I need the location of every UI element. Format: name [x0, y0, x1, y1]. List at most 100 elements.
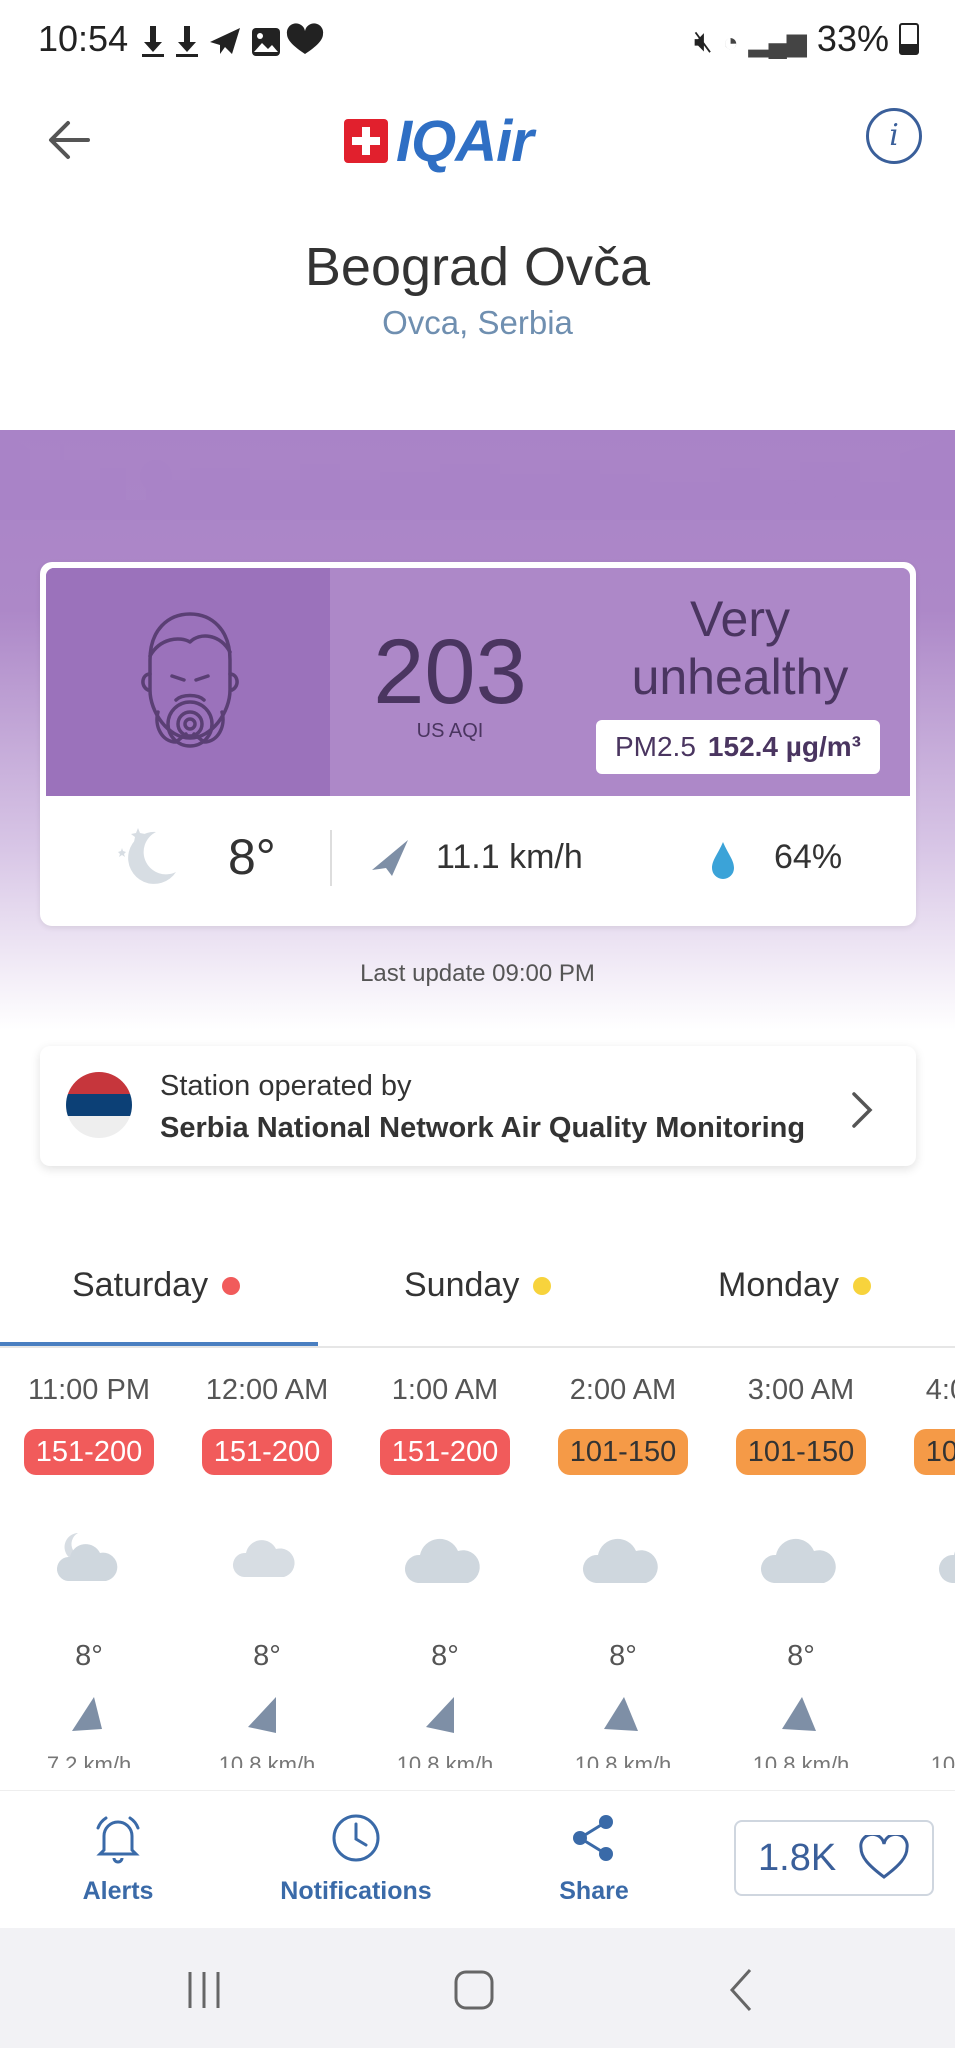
alerts-button[interactable]: Alerts — [38, 1810, 198, 1906]
wind-direction-icon — [426, 1697, 454, 1733]
aqi-dot — [852, 1276, 871, 1295]
hour-temp: 8° — [431, 1640, 459, 1672]
last-update: Last update 09:00 PM — [360, 960, 595, 987]
system-back-icon[interactable] — [726, 1966, 756, 2014]
aqi-unit: US AQI — [416, 720, 484, 742]
hourly-forecast[interactable]: 11:00 PM 151-200 8° 7.2 km/h 12:00 AM 15… — [0, 1360, 955, 1790]
tab-sunday[interactable]: Sunday — [404, 1266, 552, 1305]
swiss-cross-icon — [344, 119, 388, 163]
share-icon — [573, 1815, 613, 1861]
tab-label: Sunday — [404, 1266, 520, 1304]
battery-icon — [899, 23, 919, 55]
temperature: 8° — [228, 829, 276, 885]
hour-time: 11:00 PM — [28, 1374, 150, 1406]
status-time: 10:54 — [38, 18, 129, 59]
wind-direction-icon — [372, 840, 408, 876]
like-button[interactable]: 1.8K — [734, 1820, 934, 1896]
hour-wind: 7.2 km/h — [46, 1752, 132, 1768]
mute-icon: 🔇︎ — [693, 25, 713, 58]
tab-label: Monday — [718, 1266, 839, 1304]
battery-percent: 33% — [816, 18, 889, 59]
hour-time: 12:00 AM — [205, 1374, 329, 1406]
hour-item: 2:00 AM 101-150 8° 10.8 km/h — [538, 1374, 708, 1768]
operator-label: Station operated by — [160, 1070, 412, 1102]
home-icon[interactable] — [452, 1968, 496, 2012]
tab-saturday[interactable]: Saturday — [72, 1266, 241, 1305]
aqi-value: 203 — [373, 621, 527, 723]
wifi-icon: ◔ — [722, 27, 739, 57]
cloud-icon — [760, 1538, 836, 1583]
recent-apps-icon[interactable] — [184, 1968, 224, 2012]
logo-text: IQAir — [396, 108, 534, 174]
humidity-drop-icon — [712, 842, 734, 879]
chevron-right-icon — [852, 1092, 873, 1128]
like-count: 1.8K — [758, 1836, 837, 1879]
station-operator-card[interactable] — [40, 1046, 916, 1166]
clock-icon — [332, 1814, 380, 1862]
status-right: 🔇︎ ◔ ▂▄▆ 33% — [694, 18, 919, 60]
aqi-status: Very unhealthy — [600, 590, 880, 706]
signal-icon: ▂▄▆ — [748, 27, 807, 57]
hour-wind: 10.8 km/h — [396, 1752, 494, 1768]
operator-name: Serbia National Network Air Quality Moni… — [160, 1112, 806, 1144]
cloud-icon — [938, 1551, 955, 1583]
aqi-range-badge: 101-150 — [736, 1429, 866, 1475]
divider — [330, 830, 332, 886]
back-button[interactable] — [40, 110, 100, 170]
hour-temp: 8° — [75, 1640, 103, 1672]
hour-time: 1:00 AM — [391, 1374, 499, 1406]
wind-direction-icon — [782, 1697, 816, 1731]
hour-time: 4:00 AM — [925, 1374, 955, 1406]
wind-direction-icon — [72, 1697, 102, 1731]
info-button[interactable]: i — [866, 108, 922, 164]
hour-temp: 8° — [609, 1640, 637, 1672]
serbia-flag-icon — [66, 1072, 132, 1138]
info-icon: i — [889, 118, 899, 153]
tab-label: Saturday — [72, 1266, 209, 1304]
station-name: Beograd Ovča — [304, 237, 651, 297]
hour-time: 2:00 AM — [569, 1374, 677, 1406]
pollutant-value: 152.4 µg/m³ — [707, 731, 862, 762]
hour-item: 3:00 AM 101-150 8° 10.8 km/h — [716, 1374, 886, 1768]
pollutant-name: PM2.5 — [614, 731, 696, 762]
hour-wind: 10.8 km/h — [574, 1752, 672, 1768]
aqi-range-badge: 151-200 — [202, 1429, 332, 1475]
cloud-icon — [232, 1540, 295, 1577]
status-notification-icons — [140, 22, 340, 67]
hour-temp: 8° — [894, 1640, 955, 1673]
share-button[interactable]: Share — [514, 1810, 674, 1906]
hour-item: 1:00 AM 151-200 8° 10.8 km/h — [360, 1374, 530, 1768]
aqi-range-badge: 101-150 — [558, 1429, 688, 1475]
cloud-icon — [404, 1538, 480, 1583]
heart-icon — [859, 1835, 909, 1879]
aqi-status-line1: Very — [689, 591, 791, 647]
tabs-divider — [0, 1346, 955, 1348]
aqi-status-line2: unhealthy — [631, 649, 849, 705]
notifications-button[interactable]: Notifications — [276, 1810, 436, 1906]
bell-icon — [96, 1816, 140, 1864]
iqair-logo: IQAir — [344, 108, 534, 174]
wind-direction-icon — [604, 1697, 638, 1731]
arrow-left-icon — [49, 121, 90, 159]
humidity: 64% — [774, 838, 843, 876]
tab-monday[interactable]: Monday — [718, 1266, 871, 1305]
aqi-range-badge: 151-200 — [380, 1429, 510, 1475]
hour-temp: 8° — [253, 1640, 281, 1672]
hour-item: 4:00 AM 101-150 8° 10.8 km/h — [894, 1374, 955, 1768]
pollutant-chip[interactable]: PM2.5 152.4 µg/m³ — [596, 720, 880, 774]
hour-time: 3:00 AM — [747, 1374, 855, 1406]
cloud-icon — [582, 1538, 658, 1583]
hour-item: 12:00 AM 151-200 8° 10.8 km/h — [182, 1374, 352, 1768]
moon-stars-icon — [118, 828, 176, 884]
city-skyline-illustration — [0, 430, 955, 520]
alerts-label: Alerts — [82, 1877, 154, 1905]
aqi-range-badge: 151-200 — [24, 1429, 154, 1475]
station-location: Ovca, Serbia — [382, 304, 573, 341]
wind-direction-icon — [248, 1697, 276, 1733]
share-label: Share — [559, 1877, 629, 1905]
notifications-label: Notifications — [280, 1877, 432, 1905]
hour-wind: 10.8 km/h — [752, 1752, 850, 1768]
gas-mask-face-icon — [141, 612, 239, 748]
wind-speed: 11.1 km/h — [436, 838, 583, 876]
hour-item: 11:00 PM 151-200 8° 7.2 km/h — [4, 1374, 174, 1768]
